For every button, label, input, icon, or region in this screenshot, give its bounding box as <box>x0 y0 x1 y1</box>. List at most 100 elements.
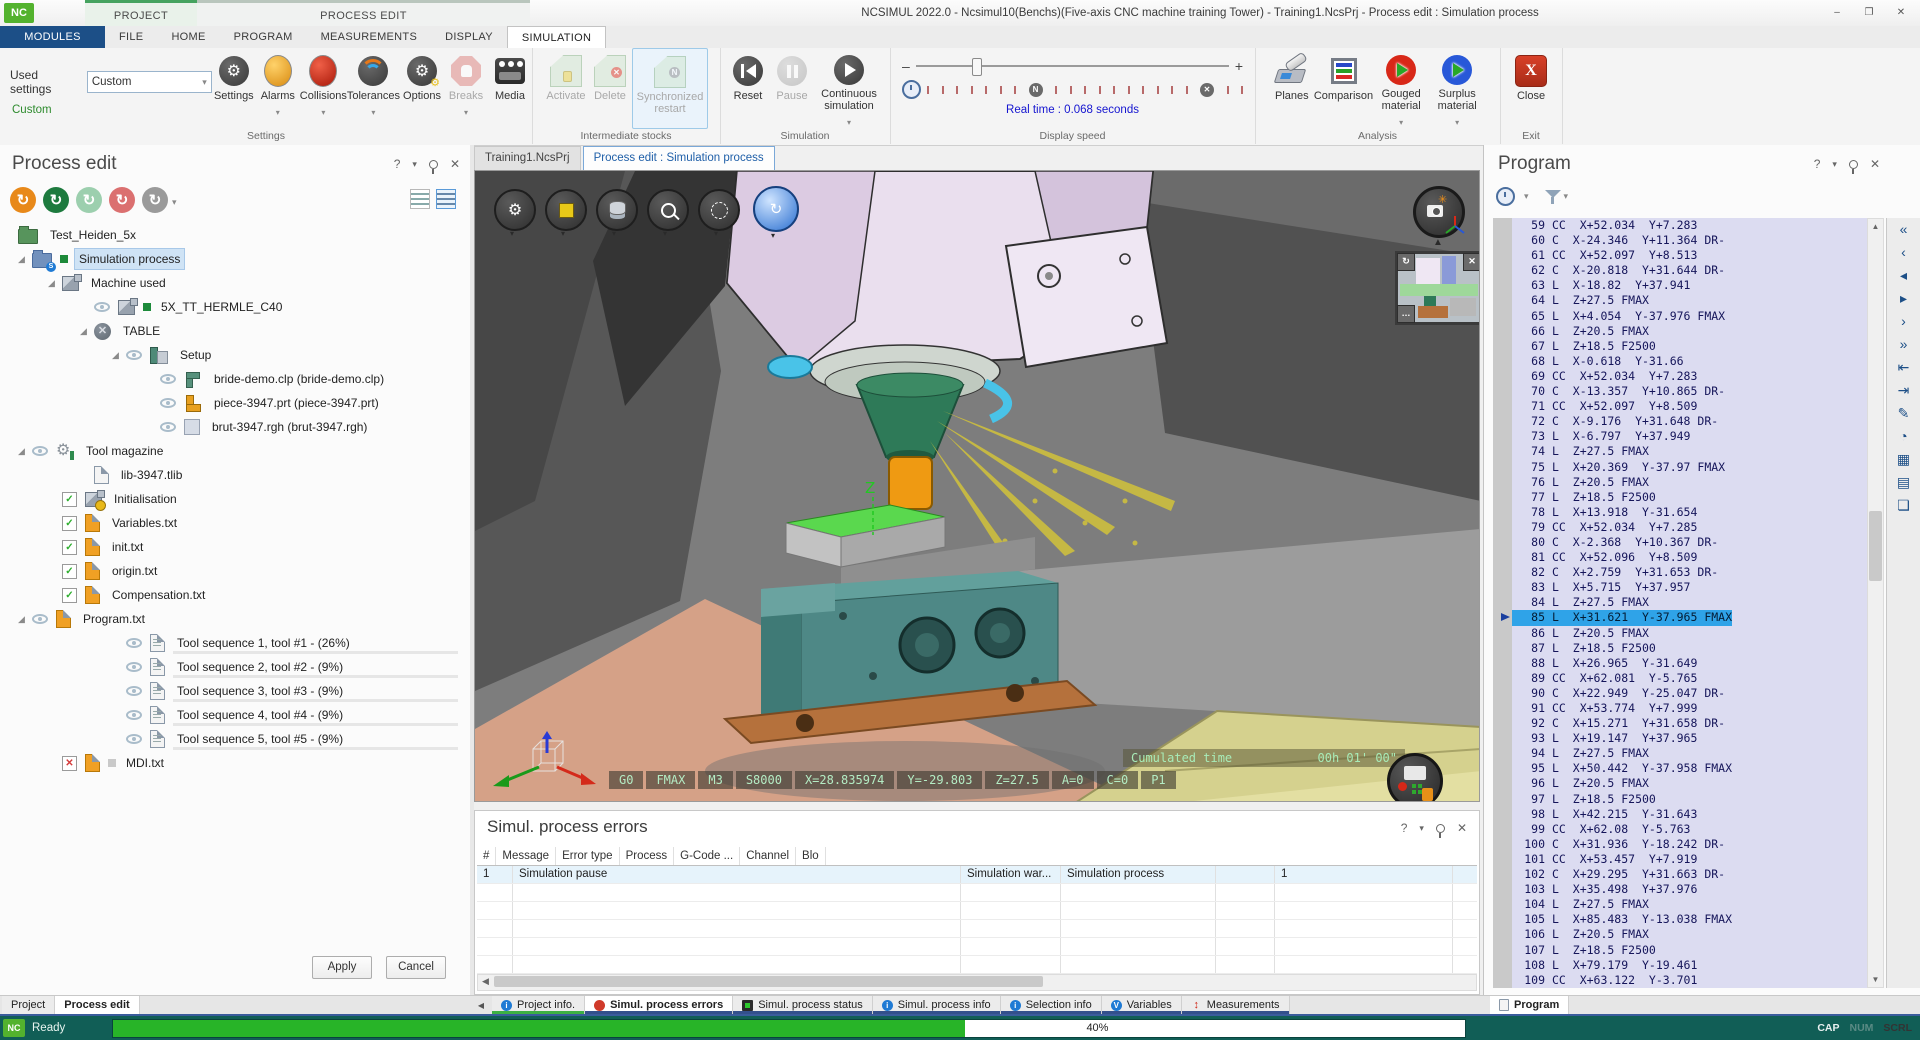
panel-tab[interactable]: Simul. process status <box>733 996 873 1014</box>
gcode-line[interactable]: 75 L X+20.369 Y-37.97 FMAX <box>1493 460 1867 475</box>
help-icon[interactable]: ? <box>1814 157 1821 171</box>
scrollbar-thumb[interactable] <box>494 976 1043 987</box>
gcode-line[interactable]: 61 CC X+52.097 Y+8.513 <box>1493 248 1867 263</box>
gcode-line[interactable]: 93 L X+19.147 Y+37.965 <box>1493 731 1867 746</box>
gcode-line[interactable]: 92 C X+15.271 Y+31.658 DR- <box>1493 716 1867 731</box>
visibility-eye-icon[interactable] <box>160 422 176 432</box>
enable-checkbox[interactable] <box>62 756 77 771</box>
gcode-line[interactable]: 71 CC X+52.097 Y+8.509 <box>1493 399 1867 414</box>
gcode-line[interactable]: 103 L X+35.498 Y+37.976 <box>1493 882 1867 897</box>
surplus-material-button[interactable]: Surplus material <box>1429 48 1485 127</box>
ribbon-tab[interactable]: MODULES <box>0 26 105 48</box>
visibility-eye-icon[interactable] <box>126 350 142 360</box>
enable-checkbox[interactable] <box>62 588 77 603</box>
gcode-line[interactable]: 77 L Z+18.5 F2500 <box>1493 490 1867 505</box>
tree-item[interactable]: ◢ 5X_TT_HERMLE_C40 <box>0 295 468 319</box>
scrollbar-thumb[interactable] <box>1869 511 1882 581</box>
planes-button[interactable]: Planes <box>1270 48 1314 127</box>
dropdown-arrow-icon[interactable]: ▾ <box>771 231 775 240</box>
gcode-line[interactable]: 89 CC X+62.081 Y-5.765 <box>1493 671 1867 686</box>
rewind-orange[interactable]: ↻ <box>10 187 36 213</box>
panel-tab[interactable]: Selection info <box>1001 996 1102 1014</box>
expander-icon[interactable]: ◢ <box>80 326 94 337</box>
minimize[interactable]: – <box>1824 4 1850 21</box>
panel-tab[interactable]: Project info. <box>492 996 585 1014</box>
rewind-red[interactable]: ↻ <box>109 187 135 213</box>
help-icon[interactable]: ? <box>1401 821 1408 835</box>
gcode-line[interactable]: 60 C X-24.346 Y+11.364 DR- <box>1493 233 1867 248</box>
cancel-button[interactable]: Cancel <box>386 956 446 979</box>
panel-tab[interactable]: Measurements <box>1182 996 1290 1014</box>
tree-item-label[interactable]: lib-3947.tlib <box>117 463 186 487</box>
help-icon[interactable]: ? <box>394 157 401 171</box>
menu-arrow-icon[interactable]: ▾ <box>1419 823 1424 834</box>
minimap-refresh-icon[interactable]: ↻ <box>1397 253 1415 271</box>
speed-tick-ruler[interactable]: N ✕ <box>927 83 1243 97</box>
document-tab[interactable]: Training1.NcsPrj <box>474 146 581 171</box>
gcode-line[interactable]: 59 CC X+52.034 Y+7.283 <box>1493 218 1867 233</box>
panel-tab[interactable]: Simul. process info <box>873 996 1001 1014</box>
gcode-line[interactable]: 72 C X-9.176 Y+31.648 DR- <box>1493 414 1867 429</box>
gcode-line[interactable]: 64 L Z+27.5 FMAX <box>1493 293 1867 308</box>
side-tool-icon[interactable]: ⇤ <box>1898 360 1910 374</box>
visibility-eye-icon[interactable] <box>126 662 142 672</box>
tree-item-label[interactable]: Machine used <box>87 271 170 295</box>
tree-item[interactable]: ◢ piece-3947.prt (piece-3947.prt) <box>0 391 468 415</box>
visibility-eye-icon[interactable] <box>160 374 176 384</box>
gcode-line[interactable]: 109 CC X+63.122 Y-3.701 <box>1493 973 1867 988</box>
speed-plus-label[interactable]: + <box>1235 58 1243 74</box>
tree-item[interactable]: ◢ origin.txt <box>0 559 468 583</box>
breaks-button[interactable]: Breaks <box>444 48 488 127</box>
gcode-line[interactable]: 86 L Z+20.5 FMAX <box>1493 626 1867 641</box>
minimap-more-icon[interactable]: … <box>1397 305 1415 323</box>
tree-item[interactable]: ◢ Machine used <box>0 271 468 295</box>
column-header[interactable]: Process <box>620 847 675 865</box>
gcode-line[interactable]: 107 L Z+18.5 F2500 <box>1493 943 1867 958</box>
menu-arrow-icon[interactable]: ▾ <box>412 159 417 170</box>
table-row[interactable] <box>477 884 1477 902</box>
tree-item[interactable]: ◢ Tool magazine <box>0 439 468 463</box>
synchronized-restart-button[interactable]: N Synchronized restart <box>632 48 708 129</box>
close-simulation-button[interactable]: X Close <box>1509 48 1553 127</box>
document-tab[interactable]: Process edit : Simulation process <box>583 146 775 171</box>
gcode-line[interactable]: 88 L X+26.965 Y-31.649 <box>1493 656 1867 671</box>
scroll-left-icon[interactable]: ◀ <box>478 975 493 988</box>
tree-item-label[interactable]: Setup <box>176 343 215 367</box>
maximize[interactable]: ❐ <box>1856 4 1882 21</box>
gcode-line[interactable]: 90 C X+22.949 Y-25.047 DR- <box>1493 686 1867 701</box>
dropdown-arrow-icon[interactable]: ▾ <box>612 229 616 238</box>
visibility-eye-icon[interactable] <box>160 398 176 408</box>
apply-button[interactable]: Apply <box>312 956 372 979</box>
gcode-line[interactable]: 102 C X+29.295 Y+31.663 DR- <box>1493 867 1867 882</box>
speed-slider[interactable] <box>916 65 1229 67</box>
ribbon-tab[interactable]: PROGRAM <box>220 26 307 48</box>
visibility-eye-icon[interactable] <box>32 446 48 456</box>
ribbon-tab[interactable]: MEASUREMENTS <box>307 26 432 48</box>
gcode-line[interactable]: 63 L X-18.82 Y+37.941 <box>1493 278 1867 293</box>
tree-item[interactable]: ◢ MDI.txt <box>0 751 468 775</box>
activate-stock-button[interactable]: Activate <box>544 48 588 127</box>
ribbon-tab[interactable]: HOME <box>157 26 219 48</box>
ribbon-tab[interactable]: FILE <box>105 26 157 48</box>
gcode-line[interactable]: 100 C X+31.936 Y-18.242 DR- <box>1493 837 1867 852</box>
enable-checkbox[interactable] <box>62 516 77 531</box>
gcode-line[interactable]: 78 L X+13.918 Y-31.654 <box>1493 505 1867 520</box>
gcode-line[interactable]: 74 L Z+27.5 FMAX <box>1493 444 1867 459</box>
pin-icon[interactable] <box>1436 824 1445 833</box>
dropdown-arrow-icon[interactable]: ▾ <box>510 229 514 238</box>
expander-icon[interactable]: ◢ <box>18 254 32 265</box>
stop-speed-marker[interactable]: ✕ <box>1200 83 1214 97</box>
enable-checkbox[interactable] <box>62 540 77 555</box>
panel-tab[interactable]: Project <box>2 996 55 1014</box>
tree-item[interactable]: ◢ Compensation.txt <box>0 583 468 607</box>
gcode-line[interactable]: 95 L X+50.442 Y-37.958 FMAX <box>1493 761 1867 776</box>
tree-item[interactable]: ◢ Tool sequence 4, tool #4 - (9%) <box>0 703 468 727</box>
gcode-line[interactable]: 84 L Z+27.5 FMAX <box>1493 595 1867 610</box>
delete-stock-button[interactable]: ✕ Delete <box>588 48 632 127</box>
tree-item[interactable]: ◢ Tool sequence 1, tool #1 - (26%) <box>0 631 468 655</box>
gcode-line[interactable]: 101 CC X+53.457 Y+7.919 <box>1493 852 1867 867</box>
side-tool-icon[interactable]: ◂ <box>1900 268 1907 282</box>
ribbon-tab[interactable]: SIMULATION <box>507 26 606 49</box>
tree-item-label[interactable]: MDI.txt <box>122 751 168 775</box>
viewport-3d[interactable]: Z ⚙ ▾ ▾ ▾ ▾ ▾ ↻ ▾ ✳ ▲ <box>474 170 1480 802</box>
